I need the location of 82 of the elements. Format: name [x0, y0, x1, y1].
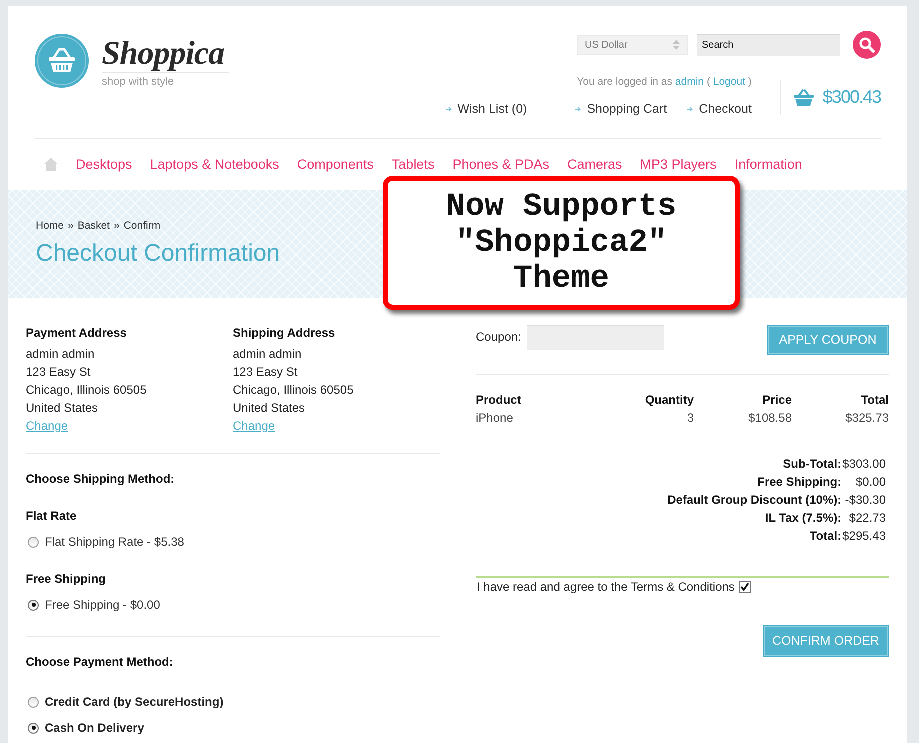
nav-link[interactable]: Desktops — [76, 154, 132, 174]
total-value: $295.43 — [842, 528, 886, 545]
nav-link[interactable]: MP3 Players — [640, 154, 717, 174]
total-label: Free Shipping: — [756, 474, 842, 491]
option-label: Free Shipping - $0.00 — [45, 597, 160, 614]
address-line: 123 Easy St — [233, 364, 298, 381]
shipping-group-heading: Free Shipping — [26, 571, 108, 588]
address-line: Chicago, Illinois 60505 — [233, 382, 354, 399]
table-cell-text: 3 — [686, 410, 694, 427]
table-cell-text: iPhone — [476, 410, 514, 427]
address-line: United States — [26, 400, 98, 417]
logout-link[interactable]: Logout — [713, 76, 746, 88]
total-value: -$30.30 — [844, 492, 886, 509]
shipping-group-heading: Flat Rate — [26, 508, 78, 525]
total-value: $0.00 — [854, 474, 886, 491]
total-label: Default Group Discount (10%): — [668, 492, 842, 509]
table-cell-text: $325.73 — [844, 410, 889, 427]
breadcrumb-link[interactable]: Confirm — [124, 219, 161, 233]
header-link[interactable]: Checkout — [687, 101, 752, 117]
nav-link[interactable]: Cameras — [568, 154, 622, 174]
breadcrumb-separator: » — [114, 219, 120, 233]
total-value: $303.00 — [842, 456, 886, 473]
total-value: $22.73 — [848, 510, 886, 527]
apply-coupon-button[interactable]: APPLY COUPON — [767, 325, 889, 355]
column-header: Price — [762, 392, 792, 409]
address-line: admin admin — [26, 346, 95, 363]
section-heading: Choose Payment Method: — [26, 654, 174, 671]
logo-tagline: shop with style — [102, 75, 174, 89]
change-link[interactable]: Change — [233, 417, 276, 435]
search-field[interactable]: Search — [697, 34, 840, 56]
confirm-order-button[interactable]: CONFIRM ORDER — [763, 625, 889, 657]
callout-text: Now Supports "Shoppica2" Theme — [445, 189, 678, 297]
select-arrows-icon — [673, 40, 680, 50]
logo-wordmark: Shoppica — [102, 36, 229, 73]
currency-select[interactable]: US Dollar — [577, 35, 688, 55]
login-status: You are logged in as admin ( Logout ) — [577, 76, 752, 88]
cart-total[interactable]: $300.43 — [822, 87, 881, 108]
arrow-icon — [446, 106, 452, 112]
radio-button[interactable] — [28, 600, 39, 610]
nav-link[interactable]: Tablets — [392, 154, 435, 174]
address-line: United States — [233, 400, 306, 417]
header-link[interactable]: Shopping Cart — [575, 101, 668, 117]
radio-button[interactable] — [28, 696, 39, 708]
address-line: admin admin — [233, 346, 302, 363]
total-label: Total: — [808, 528, 842, 545]
option-label: Credit Card (by SecureHosting) — [45, 694, 224, 711]
terms-text: I have read and agree to the Terms & Conditions — [477, 579, 735, 595]
total-label: IL Tax (7.5%): — [764, 510, 842, 527]
coupon-field[interactable] — [527, 325, 664, 350]
table-cell-text: $108.58 — [748, 410, 792, 427]
arrow-icon — [575, 106, 582, 112]
column-header: Quantity — [644, 392, 694, 409]
basket-logo-icon — [35, 34, 89, 88]
breadcrumb-separator: » — [68, 219, 74, 233]
section-heading: Choose Shipping Method: — [26, 471, 176, 488]
total-label: Sub-Total: — [782, 456, 842, 473]
address-heading: Payment Address — [26, 325, 127, 342]
arrow-icon — [687, 106, 694, 112]
column-header: Product — [476, 392, 522, 409]
checkbox[interactable] — [738, 581, 751, 593]
option-label: Flat Shipping Rate - $5.38 — [45, 534, 184, 551]
header-link[interactable]: Wish List (0) — [446, 101, 528, 117]
basket-icon — [794, 89, 814, 106]
nav-link[interactable]: Laptops & Notebooks — [150, 154, 280, 174]
search-icon — [859, 37, 875, 53]
search-button[interactable] — [853, 31, 881, 59]
address-line: 123 Easy St — [26, 364, 91, 381]
address-heading: Shipping Address — [233, 325, 336, 342]
nav-link[interactable]: Information — [734, 154, 802, 174]
option-label: Cash On Delivery — [45, 720, 144, 737]
breadcrumb-link[interactable]: Basket — [78, 219, 110, 233]
address-line: Chicago, Illinois 60505 — [26, 382, 147, 399]
nav-link[interactable]: Phones & PDAs — [452, 154, 550, 174]
breadcrumb-link[interactable]: Home — [36, 219, 64, 233]
change-link[interactable]: Change — [26, 417, 68, 435]
page-title: Checkout Confirmation — [36, 240, 280, 268]
coupon-label: Coupon: — [476, 329, 522, 346]
account-link[interactable]: admin — [675, 76, 704, 88]
column-header: Total — [860, 392, 889, 409]
nav-link[interactable]: Components — [297, 154, 374, 174]
radio-button[interactable] — [28, 722, 39, 734]
radio-button[interactable] — [28, 536, 39, 548]
